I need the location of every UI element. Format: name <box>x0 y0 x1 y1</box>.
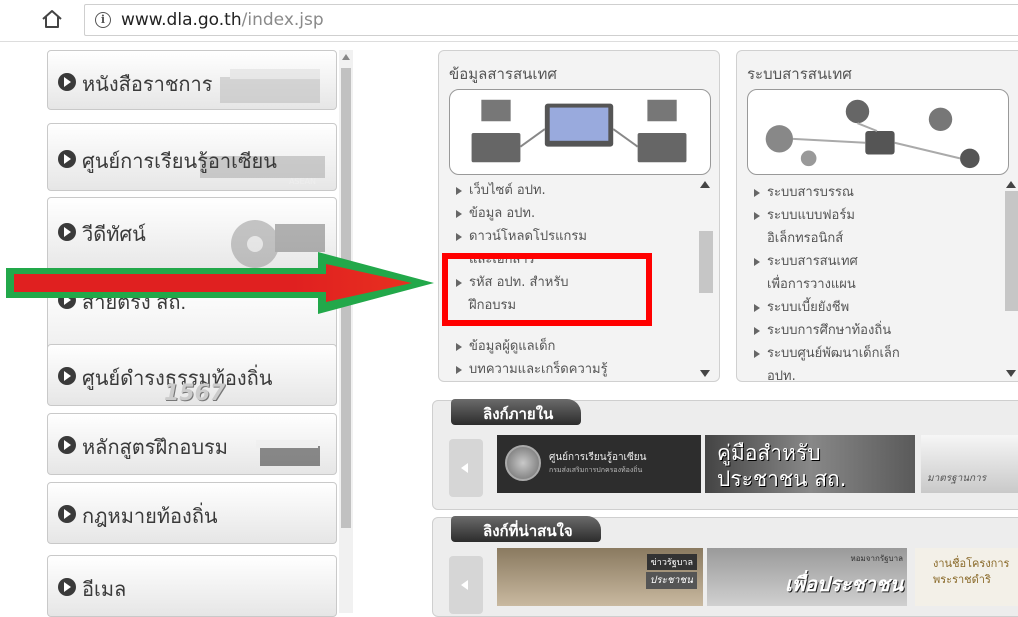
list-item[interactable]: เพื่อการวางแผน <box>753 273 993 296</box>
list-item[interactable]: ระบบสารสนเทศ <box>753 250 993 273</box>
sidebar-item-email[interactable]: อีเมล <box>47 555 337 617</box>
network-icons-image <box>747 89 1009 175</box>
url-domain: www.dla.go.th <box>121 10 242 30</box>
list-item[interactable]: ดาวน์โหลดโปรแกรม <box>455 225 695 248</box>
banner-subtitle: ประชาชน สถ. <box>717 467 847 491</box>
systems-link-list: ระบบสารบรรณ ระบบแบบฟอร์ม อิเล็กทรอนิกส์ … <box>753 181 993 381</box>
carousel-prev-button[interactable] <box>449 556 483 614</box>
banner-tag: ข่าวรัฐบาล <box>646 554 697 570</box>
url-input[interactable]: i www.dla.go.th/index.jsp <box>84 4 1018 36</box>
for-the-people-banner[interactable]: หอมจากรัฐบาล เพื่อประชาชน <box>707 548 907 606</box>
url-text: www.dla.go.th/index.jsp <box>121 10 324 30</box>
arrow-icon <box>58 436 76 454</box>
list-item[interactable]: ระบบการศึกษาท้องถิ่น <box>753 319 993 342</box>
scroll-down-arrow-icon[interactable] <box>1006 370 1016 377</box>
annotation-arrow-icon <box>6 252 434 314</box>
list-item[interactable]: บทความและเกร็ดความรู้ <box>455 358 695 379</box>
sidebar-item-label: ศูนย์การเรียนรู้อาเซียน <box>82 151 277 173</box>
scroll-up-arrow-icon[interactable] <box>1006 181 1016 188</box>
systems-list-scrollbar[interactable] <box>1003 181 1018 377</box>
banner-subtitle: กรมส่งเสริมการปกครองท้องถิ่น <box>549 466 643 474</box>
list-item[interactable]: ข้อมูล อปท. <box>455 202 695 225</box>
sidebar-scrollbar[interactable] <box>339 50 353 613</box>
laptops-network-image <box>449 89 711 175</box>
home-icon[interactable] <box>40 7 64 31</box>
list-item[interactable]: ข้อมูลผู้ดูแลเด็ก <box>455 335 695 358</box>
list-item[interactable]: ระบบแบบฟอร์ม <box>753 204 993 227</box>
arrow-icon <box>58 73 76 91</box>
internal-links-section: ลิงก์ภายใน ศูนย์การเรียนรู้อาเซียน กรมส่… <box>432 399 1018 510</box>
list-item[interactable]: อิเล็กทรอนิกส์ <box>753 227 993 250</box>
panel-title: ระบบสารสนเทศ <box>747 65 852 83</box>
banner-subtitle: พระราชดำริ <box>933 573 991 586</box>
url-path: /index.jsp <box>241 10 324 30</box>
citizen-manual-banner[interactable]: คู่มือสำหรับ ประชาชน สถ. <box>705 435 915 493</box>
sidebar-item-damrongtham[interactable]: ศูนย์ดำรงธรรมท้องถิ่น 1567 <box>47 344 337 406</box>
scrollbar-thumb[interactable] <box>1005 191 1018 311</box>
sidebar-item-label: กฎหมายท้องถิ่น <box>82 506 218 528</box>
sidebar-item-label: วีดีทัศน์ <box>82 224 146 246</box>
list-item[interactable]: ระบบเบี้ยยังชีพ <box>753 296 993 319</box>
highlight-box <box>442 253 652 326</box>
list-item[interactable]: อปท. <box>753 365 993 381</box>
sidebar-item-asean-center[interactable]: ศูนย์การเรียนรู้อาเซียน ASEAN <box>47 123 337 191</box>
banner-subtitle: ประชาชน <box>645 572 697 589</box>
banner-title: มาตรฐานการ <box>927 473 987 484</box>
scrollbar-thumb[interactable] <box>699 231 713 293</box>
list-item[interactable]: เว็บไซต์ อปท. <box>455 179 695 202</box>
government-news-banner[interactable]: ข่าวรัฐบาล ประชาชน <box>497 548 703 606</box>
arrow-icon <box>58 150 76 168</box>
sidebar-item-label: อีเมล <box>82 579 127 601</box>
browser-address-bar: i www.dla.go.th/index.jsp <box>0 0 1018 42</box>
sidebar-item-training[interactable]: หลักสูตรฝึกอบรม <box>47 413 337 475</box>
banner-title: ศูนย์การเรียนรู้อาเซียน <box>549 452 647 463</box>
interesting-links-section: ลิงก์ที่น่าสนใจ ข่าวรัฐบาล ประชาชน หอมจา… <box>432 516 1018 617</box>
banner-tag: หอมจากรัฐบาล <box>850 554 903 563</box>
scroll-up-arrow-icon[interactable] <box>700 181 710 188</box>
sidebar-item-label: หลักสูตรฝึกอบรม <box>82 437 228 459</box>
arrow-icon <box>58 223 76 241</box>
banner-title: เพื่อประชาชน <box>785 572 904 596</box>
scroll-up-arrow-icon[interactable] <box>342 54 350 60</box>
arrow-icon <box>58 505 76 523</box>
info-icon[interactable]: i <box>95 12 111 28</box>
arrow-icon <box>58 578 76 596</box>
ict-info-panel: ข้อมูลสารสนเทศ เว็บไซต์ อปท. ข้อมูล อปท.… <box>438 50 720 382</box>
section-title: ลิงก์ที่น่าสนใจ <box>451 516 601 542</box>
sidebar: หนังสือราชการ ศูนย์การเรียนรู้อาเซียน AS… <box>47 50 353 617</box>
list-item[interactable]: ระบบสารบรรณ <box>753 181 993 204</box>
hotline-number: 1567 <box>164 381 226 406</box>
arrow-icon <box>58 367 76 385</box>
list-item[interactable]: ระบบศูนย์พัฒนาเด็กเล็ก <box>753 342 993 365</box>
seal-icon <box>505 445 541 481</box>
asean-center-banner[interactable]: ศูนย์การเรียนรู้อาเซียน กรมส่งเสริมการปก… <box>497 435 701 493</box>
carousel-prev-button[interactable] <box>449 439 483 497</box>
standards-banner[interactable]: มาตรฐานการ <box>921 435 1018 493</box>
panel-title: ข้อมูลสารสนเทศ <box>449 65 557 83</box>
section-title: ลิงก์ภายใน <box>451 399 582 425</box>
royal-project-banner[interactable]: งานชื่อโครงการ พระราชดำริ <box>915 548 1018 606</box>
asean-caption: ASEAN <box>288 177 316 186</box>
sidebar-item-label: หนังสือราชการ <box>82 74 213 96</box>
info-systems-panel: ระบบสารสนเทศ ระบบสารบรรณ ระบบแบบฟอร์ม อิ… <box>736 50 1018 382</box>
scroll-down-arrow-icon[interactable] <box>700 370 710 377</box>
ict-list-scrollbar[interactable] <box>697 181 713 377</box>
sidebar-item-official-letters[interactable]: หนังสือราชการ <box>47 50 337 110</box>
sidebar-item-local-law[interactable]: กฎหมายท้องถิ่น <box>47 482 337 544</box>
